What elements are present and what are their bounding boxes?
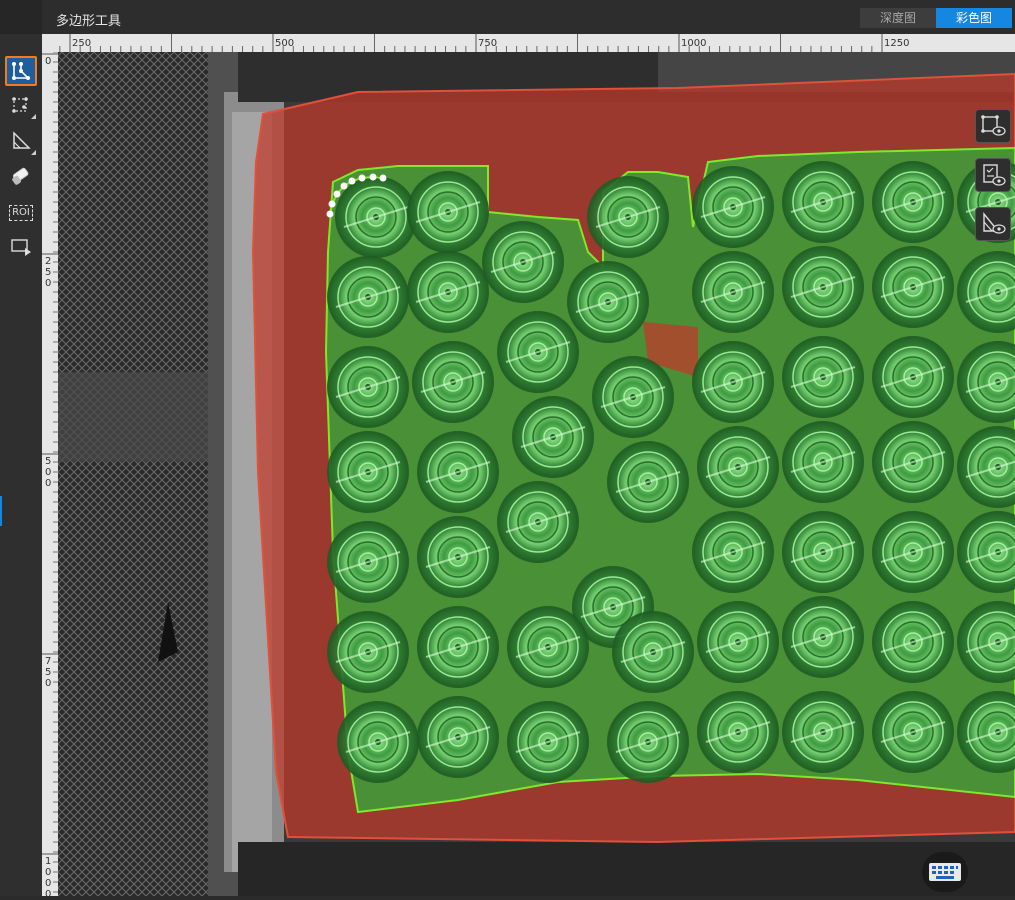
top-ruler: 250 500 750 1000 1250 (58, 34, 1015, 53)
left-ruler-label: 0 (45, 867, 51, 878)
left-ruler-label: 1 (45, 856, 51, 867)
polygon-visibility-button[interactable] (975, 109, 1011, 143)
image-canvas[interactable] (58, 52, 1015, 896)
left-ruler-label: 5 (45, 667, 51, 678)
point-edit-icon (12, 97, 28, 113)
camera-image (58, 52, 1015, 896)
list-visibility-button[interactable] (975, 158, 1011, 192)
polygon-eye-icon (981, 115, 1006, 136)
left-ruler-label: 5 (45, 456, 51, 467)
roi-label: ROI (9, 205, 33, 221)
top-ruler-label: 1000 (681, 38, 706, 49)
left-ruler: 02505007501000 (42, 51, 59, 900)
roi-tool-button[interactable]: ROI (5, 198, 37, 228)
left-ruler-ticks: 02505007501000 (42, 51, 58, 900)
left-ruler-label: 0 (45, 478, 51, 489)
ruler-angle-icon (13, 131, 31, 149)
eraser-tool-button[interactable] (5, 162, 37, 192)
ruler-visibility-button[interactable] (975, 207, 1011, 241)
keyboard-button[interactable] (922, 852, 968, 892)
top-ruler-label: 250 (72, 38, 91, 49)
top-ruler-label: 1250 (884, 38, 909, 49)
window-title: 多边形工具 (56, 14, 122, 29)
left-ruler-label: 5 (45, 267, 51, 278)
keyboard-icon (929, 863, 961, 881)
left-toolbar: ROI (0, 34, 43, 896)
ruler-corner (42, 34, 58, 52)
top-ruler-label: 750 (478, 38, 497, 49)
left-ruler-label: 0 (45, 878, 51, 889)
list-eye-icon (983, 164, 1006, 186)
polygon-tool-button[interactable] (5, 56, 37, 86)
left-ruler-label: 7 (45, 656, 51, 667)
left-ruler-label: 0 (45, 278, 51, 289)
ruler-angle-tool-button[interactable] (5, 126, 37, 156)
panel-accent-bar (0, 496, 2, 526)
ruler-eye-icon (983, 212, 1006, 234)
title-bar-left-block (0, 0, 42, 34)
depth-map-toggle[interactable]: 深度图 (860, 8, 936, 28)
color-map-toggle[interactable]: 彩色图 (936, 8, 1012, 28)
top-ruler-ticks: 250 500 750 1000 1250 (59, 34, 909, 52)
polygon-icon (12, 62, 30, 80)
left-ruler-label: 0 (45, 678, 51, 689)
left-ruler-label: 0 (45, 56, 51, 67)
rect-select-icon (11, 239, 31, 256)
title-bar: 多边形工具 深度图 彩色图 (0, 0, 1015, 35)
left-ruler-label: 2 (45, 256, 51, 267)
left-ruler-label: 0 (45, 467, 51, 478)
top-ruler-label: 500 (275, 38, 294, 49)
left-ruler-label: 0 (45, 889, 51, 896)
eraser-icon (12, 167, 29, 185)
rect-select-tool-button[interactable] (5, 232, 37, 262)
point-edit-tool-button[interactable] (5, 90, 37, 120)
